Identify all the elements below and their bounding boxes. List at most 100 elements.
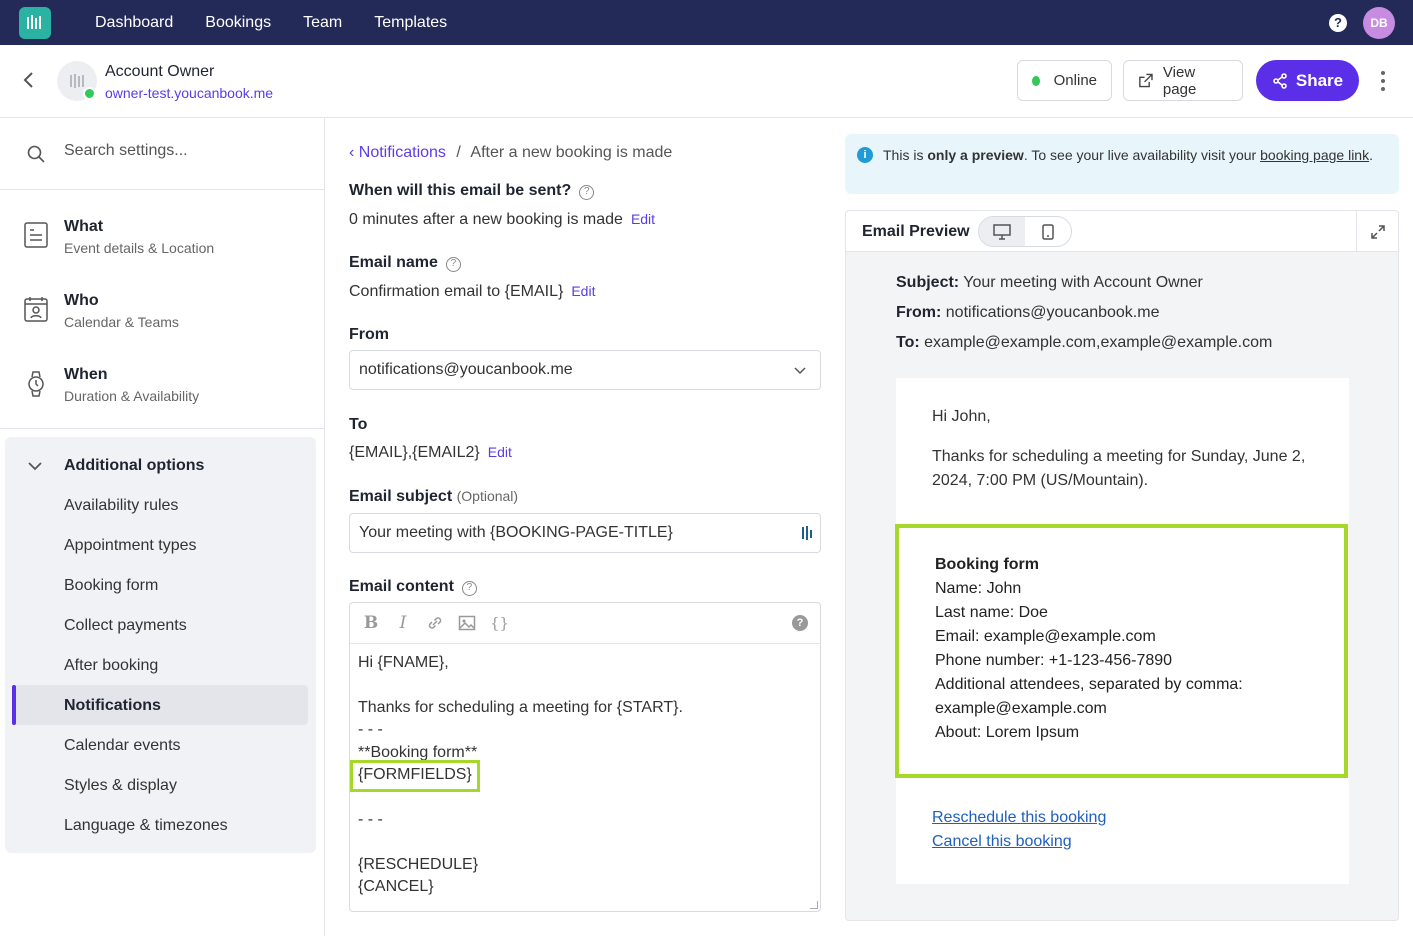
email-content-label-text: Email content <box>349 578 454 595</box>
image-icon[interactable] <box>458 614 476 632</box>
sidebar-when-subtitle: Duration & Availability <box>64 388 200 404</box>
sidebar-item-availability-rules[interactable]: Availability rules <box>64 497 178 515</box>
preview-subject: Subject: Your meeting with Account Owner <box>896 274 1203 292</box>
online-status-button[interactable]: Online <box>1017 60 1112 101</box>
sidebar-item-what[interactable]: What Event details & Location <box>0 200 324 270</box>
email-greeting: Hi John, <box>932 408 991 425</box>
email-body-line: Thanks for scheduling a meeting for Sund… <box>932 448 1306 465</box>
bold-icon[interactable]: B <box>362 614 380 632</box>
view-page-label: View page <box>1162 63 1197 98</box>
booking-page-link[interactable]: booking page link <box>1260 147 1369 163</box>
mobile-view-button[interactable] <box>1025 217 1071 246</box>
help-icon[interactable]: ? <box>1329 13 1347 32</box>
email-content-editor[interactable]: B I {} ? Hi {FNAME}, Thanks for scheduli… <box>349 602 821 912</box>
email-subject-label-text: Email subject <box>349 488 453 505</box>
desktop-icon <box>993 223 1011 240</box>
app-logo-icon[interactable] <box>19 6 51 39</box>
when-sent-label: When will this email be sent?? <box>349 182 595 200</box>
preview-title: Email Preview <box>862 223 970 240</box>
online-dot-icon <box>1032 75 1040 86</box>
expand-icon[interactable] <box>1356 211 1398 252</box>
booking-form-line: Additional attendees, separated by comma… <box>935 676 1243 693</box>
booking-form-line: About: Lorem Ipsum <box>935 724 1080 741</box>
nav-bookings[interactable]: Bookings <box>189 0 287 45</box>
question-icon[interactable]: ? <box>579 185 595 200</box>
sidebar-item-when[interactable]: When Duration & Availability <box>0 358 324 418</box>
email-subject-label: Email subject (Optional) <box>349 488 518 506</box>
edit-name-link[interactable]: Edit <box>571 283 595 299</box>
sidebar-item-calendar-events[interactable]: Calendar events <box>64 737 181 755</box>
nav-dashboard[interactable]: Dashboard <box>79 0 189 45</box>
share-button[interactable]: Share <box>1256 60 1359 101</box>
to-text: {EMAIL},{EMAIL2} <box>349 444 480 461</box>
sidebar-item-booking-form[interactable]: Booking form <box>64 577 158 595</box>
breadcrumb-notifications-link[interactable]: Notifications <box>359 144 446 161</box>
breadcrumb-current: After a new booking is made <box>470 144 673 161</box>
additional-options-panel: Additional options Availability rules Ap… <box>5 437 316 853</box>
notification-form: ‹ Notifications / After a new booking is… <box>325 118 845 936</box>
notice-text: . To see your live availability visit yo… <box>1023 147 1261 163</box>
sidebar-item-appointment-types[interactable]: Appointment types <box>64 537 197 555</box>
online-label: Online <box>1053 72 1097 89</box>
sidebar-item-language-timezones[interactable]: Language & timezones <box>64 817 228 835</box>
chevron-down-icon[interactable] <box>27 458 43 474</box>
resize-handle[interactable] <box>810 901 818 909</box>
account-url-link[interactable]: owner-test.youcanbook.me <box>105 85 273 101</box>
content-line: - - - <box>358 721 383 738</box>
when-sent-value: 0 minutes after a new booking is made Edi… <box>349 211 655 229</box>
italic-icon[interactable]: I <box>394 614 412 632</box>
booking-form-title: Booking form <box>935 556 1039 573</box>
email-name-label-text: Email name <box>349 254 438 271</box>
reschedule-link[interactable]: Reschedule this booking <box>932 809 1106 827</box>
sidebar-item-styles-display[interactable]: Styles & display <box>64 777 177 795</box>
nav-templates[interactable]: Templates <box>358 0 463 45</box>
info-icon: i <box>857 147 873 163</box>
sidebar-item-after-booking[interactable]: After booking <box>64 657 158 675</box>
sidebar-item-who[interactable]: Who Calendar & Teams <box>0 282 324 352</box>
question-icon[interactable]: ? <box>461 581 477 596</box>
from-value: notifications@youcanbook.me <box>945 304 1160 321</box>
cancel-link[interactable]: Cancel this booking <box>932 833 1072 851</box>
preview-from: From: notifications@youcanbook.me <box>896 304 1159 322</box>
email-name-label: Email name? <box>349 254 461 272</box>
user-avatar[interactable]: DB <box>1363 6 1395 39</box>
nav-links: Dashboard Bookings Team Templates <box>79 0 463 45</box>
mobile-icon <box>1042 223 1054 240</box>
email-subject-input[interactable]: Your meeting with {BOOKING-PAGE-TITLE} <box>349 513 821 553</box>
nav-team[interactable]: Team <box>287 0 358 45</box>
content-line: {CANCEL} <box>358 878 434 895</box>
settings-search <box>0 118 324 190</box>
when-sent-label-text: When will this email be sent? <box>349 182 572 199</box>
edit-when-link[interactable]: Edit <box>631 211 655 227</box>
edit-to-link[interactable]: Edit <box>488 444 512 460</box>
view-page-button[interactable]: View page <box>1123 60 1243 101</box>
question-icon[interactable]: ? <box>445 257 461 272</box>
breadcrumb-back-chevron-icon[interactable]: ‹ <box>349 144 354 161</box>
code-braces-icon[interactable]: {} <box>490 614 509 632</box>
link-icon[interactable] <box>426 614 444 632</box>
preview-toolbar: Email Preview <box>846 211 1398 252</box>
editor-toolbar: B I {} ? <box>350 603 820 644</box>
content-line: {RESCHEDULE} <box>358 856 479 873</box>
back-chevron-icon[interactable] <box>22 71 40 89</box>
when-sent-text: 0 minutes after a new booking is made <box>349 211 623 228</box>
online-status-dot <box>83 87 96 100</box>
search-settings-input[interactable] <box>64 142 304 160</box>
from-select[interactable]: notifications@youcanbook.me <box>349 350 821 390</box>
desktop-view-button[interactable] <box>979 217 1025 246</box>
share-label: Share <box>1295 70 1344 90</box>
watch-icon <box>28 371 44 397</box>
sidebar-item-notifications[interactable]: Notifications <box>64 697 161 715</box>
sidebar-item-collect-payments[interactable]: Collect payments <box>64 617 187 635</box>
sidebar-who-subtitle: Calendar & Teams <box>64 314 179 330</box>
more-options-icon[interactable] <box>1378 71 1388 91</box>
page-header: Account Owner owner-test.youcanbook.me O… <box>0 45 1413 118</box>
to-label: To: <box>896 334 920 351</box>
editor-help-icon[interactable]: ? <box>792 615 808 631</box>
top-nav: Dashboard Bookings Team Templates ? DB <box>0 0 1413 45</box>
placeholder-insert-icon[interactable] <box>802 526 814 540</box>
email-body-line: 2024, 7:00 PM (US/Mountain). <box>932 472 1149 489</box>
additional-options-title[interactable]: Additional options <box>64 457 204 475</box>
notice-text: This is <box>883 147 928 163</box>
document-icon <box>24 222 48 248</box>
